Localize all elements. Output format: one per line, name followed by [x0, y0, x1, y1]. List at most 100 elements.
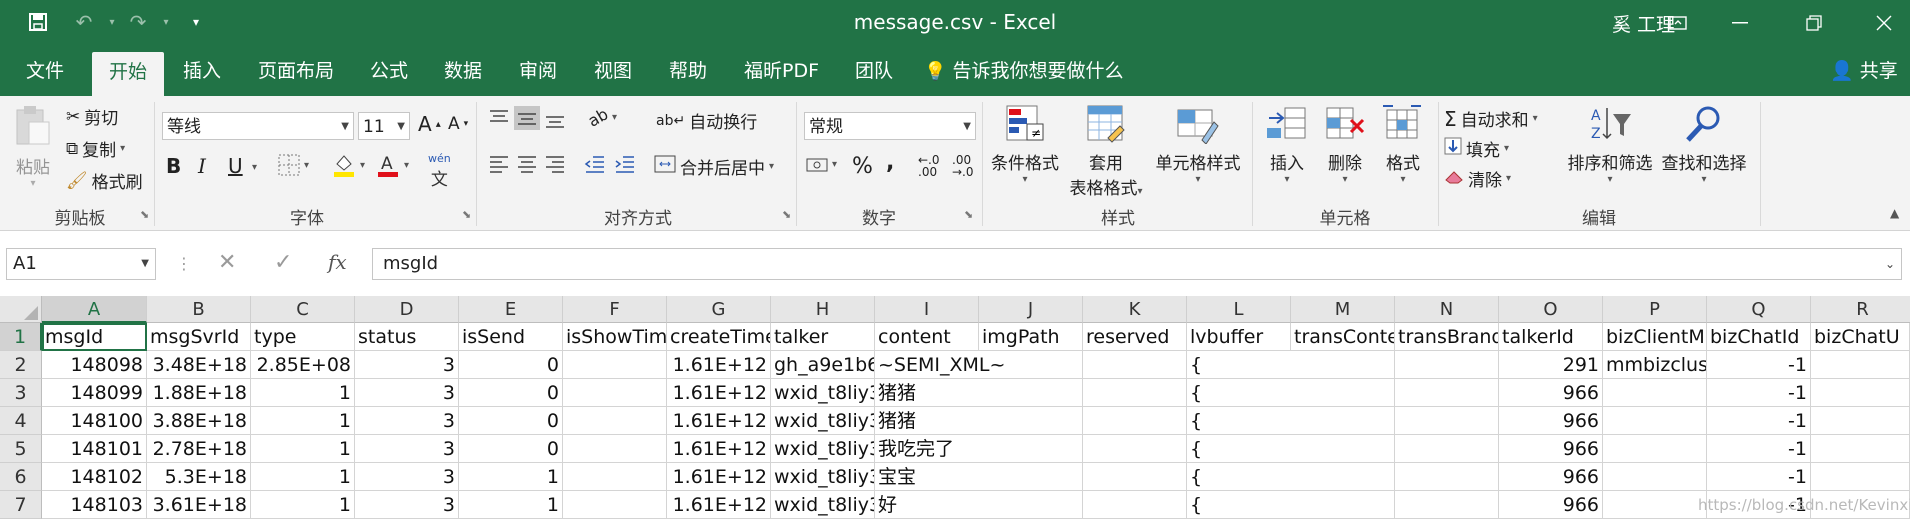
number-format-select[interactable]: 常规 ▼: [804, 112, 976, 140]
cell-p7[interactable]: [1603, 491, 1707, 519]
increase-font-size-icon[interactable]: A ▴: [418, 112, 441, 136]
cell-f7[interactable]: [563, 491, 667, 519]
cell-b4[interactable]: 3.88E+18: [147, 407, 251, 435]
undo-icon[interactable]: ↶: [72, 10, 96, 34]
cell-i5[interactable]: 我吃完了: [875, 435, 1187, 463]
cell-h6[interactable]: wxid_t8liy3: [771, 463, 875, 491]
cell-d5[interactable]: 3: [355, 435, 459, 463]
column-header-e[interactable]: E: [459, 296, 563, 323]
italic-button[interactable]: I: [198, 154, 206, 178]
cell-g5[interactable]: 1.61E+12: [667, 435, 771, 463]
cell-e2[interactable]: 0: [459, 351, 563, 379]
cell-i6[interactable]: 宝宝: [875, 463, 1187, 491]
row-header-4[interactable]: 4: [0, 407, 42, 435]
formula-input[interactable]: msgId ⌄: [372, 248, 1902, 280]
align-left-icon[interactable]: [488, 154, 510, 174]
phonetic-guide-icon[interactable]: wén 文: [428, 152, 451, 190]
column-header-g[interactable]: G: [667, 296, 771, 323]
cell-o7[interactable]: 966: [1499, 491, 1603, 519]
wrap-text-button[interactable]: ab↵ 自动换行: [656, 108, 757, 134]
cancel-entry-icon[interactable]: ✕: [218, 250, 236, 275]
share-button[interactable]: 👤 共享: [1830, 46, 1898, 96]
comma-style-button[interactable]: ,: [886, 150, 894, 175]
cell-c7[interactable]: 1: [251, 491, 355, 519]
cell-h5[interactable]: wxid_t8liy3: [771, 435, 875, 463]
bold-button[interactable]: B: [166, 154, 181, 178]
cell-f6[interactable]: [563, 463, 667, 491]
cell-r1[interactable]: bizChatU: [1811, 323, 1910, 351]
cell-f2[interactable]: [563, 351, 667, 379]
alignment-launcher-icon[interactable]: ⬊: [782, 208, 791, 221]
name-box[interactable]: A1 ▼: [6, 248, 156, 280]
column-header-f[interactable]: F: [563, 296, 667, 323]
cell-g3[interactable]: 1.61E+12: [667, 379, 771, 407]
cell-c3[interactable]: 1: [251, 379, 355, 407]
cell-o4[interactable]: 966: [1499, 407, 1603, 435]
cell-r6[interactable]: [1811, 463, 1910, 491]
cell-f1[interactable]: isShowTim: [563, 323, 667, 351]
cell-i4[interactable]: 猪猪: [875, 407, 1187, 435]
cell-a5[interactable]: 148101: [42, 435, 147, 463]
increase-indent-icon[interactable]: [614, 154, 636, 174]
cell-a7[interactable]: 148103: [42, 491, 147, 519]
format-as-table-button[interactable]: 套用 表格格式▾: [1060, 104, 1152, 199]
cell-o1[interactable]: talkerId: [1499, 323, 1603, 351]
cell-p3[interactable]: [1603, 379, 1707, 407]
cell-e5[interactable]: 0: [459, 435, 563, 463]
cell-h2[interactable]: gh_a9e1b6: [771, 351, 875, 379]
orientation-icon[interactable]: ab ▾: [585, 104, 617, 130]
cell-h4[interactable]: wxid_t8liy3: [771, 407, 875, 435]
cell-a4[interactable]: 148100: [42, 407, 147, 435]
cell-b6[interactable]: 5.3E+18: [147, 463, 251, 491]
cell-p6[interactable]: [1603, 463, 1707, 491]
cell-l7[interactable]: {: [1187, 491, 1499, 519]
cell-f5[interactable]: [563, 435, 667, 463]
copy-button[interactable]: ⧉ 复制 ▾: [66, 136, 125, 162]
column-header-h[interactable]: H: [771, 296, 875, 323]
cell-f3[interactable]: [563, 379, 667, 407]
cell-r4[interactable]: [1811, 407, 1910, 435]
format-cells-button[interactable]: 格式 ▾: [1374, 104, 1432, 185]
row-header-3[interactable]: 3: [0, 379, 42, 407]
cell-p4[interactable]: [1603, 407, 1707, 435]
find-select-button[interactable]: 查找和选择 ▾: [1656, 104, 1752, 185]
insert-function-icon[interactable]: fx: [328, 250, 347, 274]
customize-quick-access-icon[interactable]: ▾: [184, 10, 208, 34]
column-header-a[interactable]: A: [42, 296, 147, 323]
tab-review[interactable]: 审阅: [519, 46, 557, 96]
cell-p1[interactable]: bizClientM: [1603, 323, 1707, 351]
number-launcher-icon[interactable]: ⬊: [964, 208, 973, 221]
format-painter-button[interactable]: 🖌 格式刷: [66, 168, 143, 194]
expand-formula-bar-icon[interactable]: ⌄: [1885, 249, 1895, 279]
cell-l2[interactable]: {: [1187, 351, 1499, 379]
redo-icon[interactable]: ↷: [126, 10, 150, 34]
cell-o3[interactable]: 966: [1499, 379, 1603, 407]
cell-a2[interactable]: 148098: [42, 351, 147, 379]
clear-button[interactable]: 清除 ▾: [1444, 166, 1511, 191]
cell-b7[interactable]: 3.61E+18: [147, 491, 251, 519]
row-header-5[interactable]: 5: [0, 435, 42, 463]
font-launcher-icon[interactable]: ⬊: [462, 208, 471, 221]
borders-icon[interactable]: ▾: [278, 154, 309, 176]
cell-c2[interactable]: 2.85E+08: [251, 351, 355, 379]
sort-filter-button[interactable]: AZ 排序和筛选 ▾: [1564, 104, 1656, 185]
font-size-select[interactable]: 11 ▼: [358, 112, 410, 140]
cell-c4[interactable]: 1: [251, 407, 355, 435]
column-header-q[interactable]: Q: [1707, 296, 1811, 323]
cell-l4[interactable]: {: [1187, 407, 1499, 435]
decrease-decimal-icon[interactable]: .00 →.0: [952, 154, 974, 178]
percent-style-button[interactable]: %: [852, 154, 873, 179]
column-header-l[interactable]: L: [1187, 296, 1291, 323]
cell-b1[interactable]: msgSvrId: [147, 323, 251, 351]
cell-c5[interactable]: 1: [251, 435, 355, 463]
column-header-i[interactable]: I: [875, 296, 979, 323]
column-header-m[interactable]: M: [1291, 296, 1395, 323]
cut-button[interactable]: ✂ 剪切: [66, 104, 118, 130]
align-middle-icon[interactable]: [514, 106, 540, 130]
underline-button[interactable]: U: [228, 154, 243, 178]
cell-l1[interactable]: lvbuffer: [1187, 323, 1291, 351]
underline-dropdown-icon[interactable]: ▾: [252, 162, 257, 173]
column-header-p[interactable]: P: [1603, 296, 1707, 323]
cell-i1[interactable]: content: [875, 323, 979, 351]
cell-d6[interactable]: 3: [355, 463, 459, 491]
